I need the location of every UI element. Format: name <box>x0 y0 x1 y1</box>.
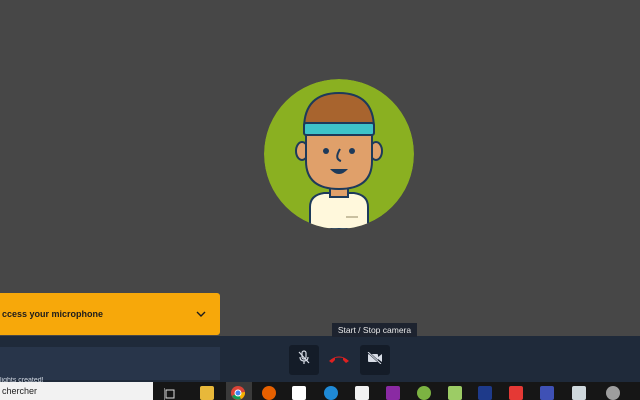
camera-tooltip: Start / Stop camera <box>332 323 417 337</box>
chrome-icon[interactable] <box>231 386 246 400</box>
taskbar-search-text: chercher <box>2 386 38 396</box>
store-icon[interactable] <box>355 386 369 400</box>
microphone-toggle-button[interactable] <box>289 345 319 375</box>
camera-toggle-button[interactable] <box>360 345 390 375</box>
firefox-icon[interactable] <box>262 386 276 400</box>
task-view-icon[interactable] <box>163 387 176 400</box>
avatar-illustration <box>264 79 414 229</box>
video-stage <box>0 0 640 336</box>
media-app-icon[interactable] <box>509 386 523 400</box>
onenote-icon[interactable] <box>386 386 400 400</box>
android-icon[interactable] <box>417 386 431 400</box>
hangup-button[interactable] <box>324 345 354 375</box>
taskbar-search-input[interactable]: chercher <box>0 382 153 400</box>
remote-desktop-icon[interactable] <box>572 386 586 400</box>
chat-panel <box>0 347 220 380</box>
camera-off-icon <box>367 351 383 369</box>
microphone-warning-text: ccess your microphone <box>2 309 104 319</box>
network-app-icon[interactable] <box>540 386 554 400</box>
edge-icon[interactable] <box>324 386 338 400</box>
notepad-icon[interactable] <box>448 386 462 400</box>
people-icon[interactable] <box>606 386 620 400</box>
mic-muted-icon <box>297 349 311 371</box>
mail-icon[interactable] <box>292 386 306 400</box>
microphone-warning-banner[interactable]: ccess your microphone <box>0 293 220 335</box>
hangup-icon <box>328 351 350 369</box>
chevron-down-icon[interactable] <box>194 307 208 321</box>
file-explorer-icon[interactable] <box>200 386 214 400</box>
user-avatar <box>264 79 414 229</box>
powershell-icon[interactable] <box>478 386 492 400</box>
